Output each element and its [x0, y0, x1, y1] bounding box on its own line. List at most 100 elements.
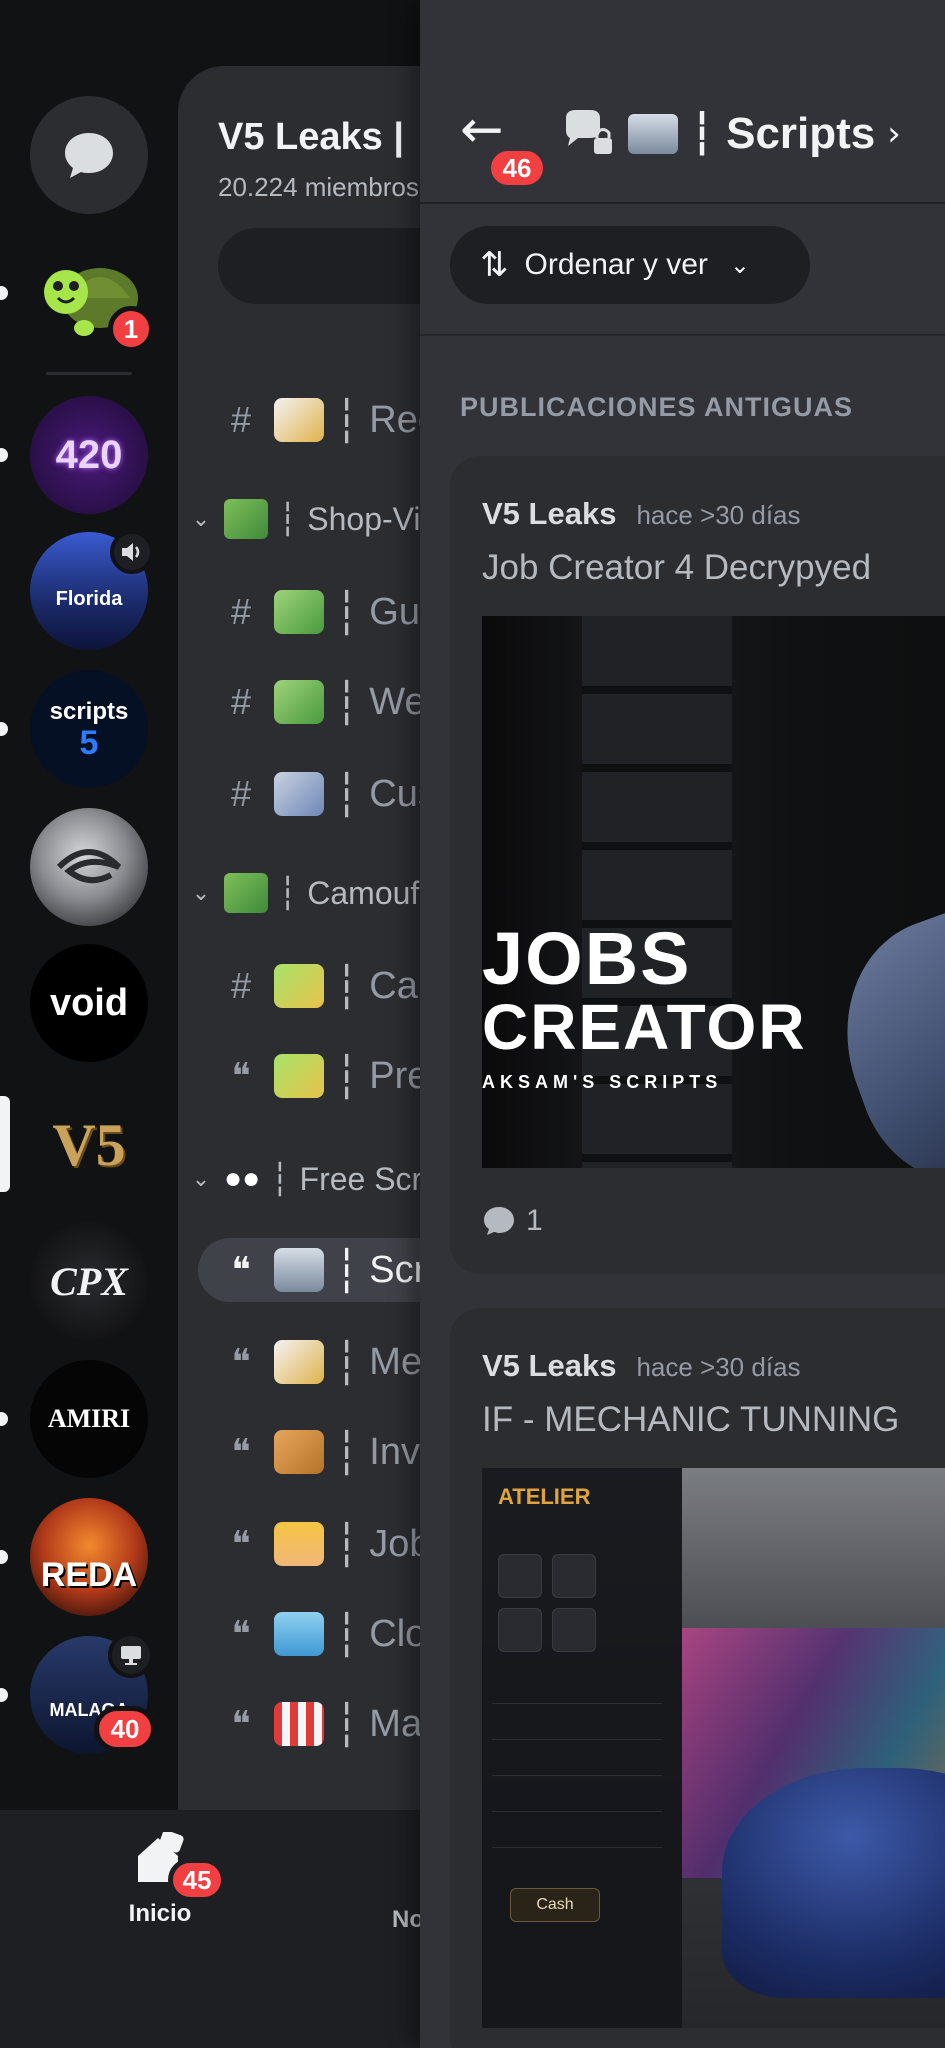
server-icon-cpx[interactable]: CPX [30, 1222, 148, 1340]
channel-item[interactable]: ❝ ┆ Job [218, 1512, 430, 1576]
channel-item[interactable]: ❝ ┆ Inv [218, 1420, 420, 1484]
channel-item[interactable]: ❝ ┆ Pre [218, 1044, 428, 1108]
back-badge: 46 [486, 146, 548, 190]
post-author: V5 Leaks [482, 496, 617, 531]
category-header[interactable]: ⌄ ┆ Camoufl [188, 866, 426, 920]
unread-indicator [0, 448, 8, 462]
forum-channel-locked-icon: ❝ [231, 1431, 251, 1472]
server-label: CPX [50, 1258, 128, 1304]
post-image[interactable]: JOBS CREATOR AKSAM'S SCRIPTS [482, 616, 945, 1168]
forum-post-card[interactable]: V5 Leaks hace >30 días Job Creator 4 Dec… [450, 456, 945, 1274]
post-title: Job Creator 4 Decrypyed [482, 548, 872, 587]
channel-item[interactable]: # ┆ Cus [218, 762, 437, 826]
server-label: scripts [49, 698, 129, 725]
sort-and-view-button[interactable]: ⇅ Ordenar y ver ⌄ [450, 226, 810, 304]
unread-indicator [0, 1688, 8, 1702]
category-name: Free Scri [299, 1160, 430, 1197]
channel-item[interactable]: # ┆ Gun [218, 580, 441, 644]
server-icon-malaga[interactable]: MALAGA 40 [30, 1632, 156, 1754]
home-badge: 45 [168, 1858, 226, 1902]
home-tab[interactable]: Inicio 45 [110, 1830, 226, 1928]
post-image[interactable]: ATELIER Cash [482, 1468, 945, 2028]
unread-indicator [0, 286, 8, 300]
forum-channel-locked-icon: ❝ [231, 1613, 251, 1654]
chevron-right-icon: › [887, 114, 901, 154]
server-label: REDA [40, 1555, 138, 1594]
comment-count: 1 [482, 1204, 543, 1238]
laptop-emoji-icon [274, 1248, 324, 1292]
category-header[interactable]: ⌄ ●● ┆ Free Scri [188, 1152, 430, 1206]
unread-indicator [0, 722, 8, 736]
server-label: 420 [55, 432, 123, 477]
category-name: Camoufl [307, 874, 427, 911]
category-header[interactable]: ⌄ ┆ Shop-Vip [188, 492, 438, 546]
post-timestamp: hace >30 días [636, 500, 801, 530]
channel-item[interactable]: ❝ ┆ Mer [218, 1330, 434, 1394]
post-author: V5 Leaks [482, 1348, 617, 1383]
text-channel-locked-icon: # [230, 681, 252, 722]
laptop-emoji-icon [628, 114, 678, 154]
water-gun-emoji-icon [274, 964, 324, 1008]
forum-locked-icon [566, 110, 612, 154]
construction-worker-emoji-icon [274, 1522, 324, 1566]
server-label: Florida [55, 587, 123, 610]
server-icon-v5[interactable]: V5 [30, 1086, 148, 1204]
forum-header: ← 46 ┆ Scripts › [420, 0, 945, 204]
memo-emoji-icon [274, 1340, 324, 1384]
money-wings-emoji-icon [224, 499, 268, 539]
forum-post-card[interactable]: V5 Leaks hace >30 días IF - MECHANIC TUN… [450, 1308, 945, 2048]
direct-messages-button[interactable] [30, 96, 148, 214]
chevron-down-icon: ⌄ [191, 880, 211, 905]
sort-arrows-icon: ⇅ [480, 245, 509, 285]
image-text: AKSAM'S SCRIPTS [482, 1072, 723, 1092]
server-icon-amiri[interactable]: AMIRI [30, 1360, 148, 1478]
dollar-emoji-icon [274, 590, 324, 634]
server-icon-reda[interactable]: REDA [30, 1498, 148, 1616]
server-label: void [49, 981, 129, 1024]
forum-channel-locked-icon: ❝ [231, 1249, 251, 1290]
text-channel-locked-icon: # [230, 965, 252, 1006]
section-header: PUBLICACIONES ANTIGUAS [460, 392, 854, 422]
channel-name: Inv [369, 1430, 420, 1473]
channel-item[interactable]: ❝ ┆ Map [218, 1692, 443, 1756]
chevron-down-icon: ⌄ [729, 251, 751, 279]
server-icon-420[interactable]: 420 [30, 396, 148, 514]
tshirt-emoji-icon [274, 1612, 324, 1656]
server-icon-void[interactable]: void [30, 944, 148, 1062]
comment-icon [484, 1207, 514, 1235]
member-count: 20.224 miembros [218, 172, 419, 202]
money-wings-emoji-icon [224, 873, 268, 913]
server-icon-swirl[interactable] [30, 808, 148, 926]
package-emoji-icon [274, 1430, 324, 1474]
forum-panel: ← 46 ┆ Scripts › ⇅ Ordenar y ver ⌄ PUBLI… [420, 0, 945, 2048]
server-icon-florida[interactable]: Florida [30, 530, 154, 650]
server-icon-turtle[interactable]: 1 [30, 236, 154, 354]
swirl-icon [56, 849, 122, 884]
channel-item[interactable]: # ┆ Car [218, 954, 431, 1018]
forum-channel-locked-icon: ❝ [231, 1055, 251, 1096]
post-title: IF - MECHANIC TUNNING [482, 1400, 900, 1439]
post-timestamp: hace >30 días [636, 1352, 801, 1382]
chevron-down-icon: ⌄ [191, 1166, 211, 1191]
chevron-down-icon: ⌄ [191, 506, 211, 531]
server-name[interactable]: V5 Leaks | [218, 116, 404, 159]
channel-name: Scr [369, 1248, 427, 1291]
text-channel-locked-icon: # [230, 591, 252, 632]
channel-title[interactable]: ┆ Scripts › [560, 108, 901, 160]
circus-tent-emoji-icon [274, 1702, 324, 1746]
chat-bubble-icon [65, 133, 113, 178]
image-text: ATELIER [498, 1484, 591, 1509]
server-mention-badge: 40 [94, 1706, 156, 1752]
channel-item[interactable]: ❝ ┆ Clo [218, 1602, 426, 1666]
rail-separator [46, 372, 132, 375]
server-icon-5scripts[interactable]: scripts 5 [30, 670, 148, 788]
unread-indicator [0, 1412, 8, 1426]
eyes-emoji-icon: ●● [224, 1162, 261, 1195]
screen-share-icon [108, 1632, 154, 1678]
dollar-emoji-icon [274, 680, 324, 724]
channel-item[interactable]: # ┆ Wea [218, 670, 447, 734]
unread-indicator [0, 1550, 8, 1564]
channel-item[interactable]: # ┆ Rec [218, 388, 437, 452]
forum-channel-locked-icon: ❝ [231, 1341, 251, 1382]
forum-channel-name: Scripts [726, 109, 876, 158]
